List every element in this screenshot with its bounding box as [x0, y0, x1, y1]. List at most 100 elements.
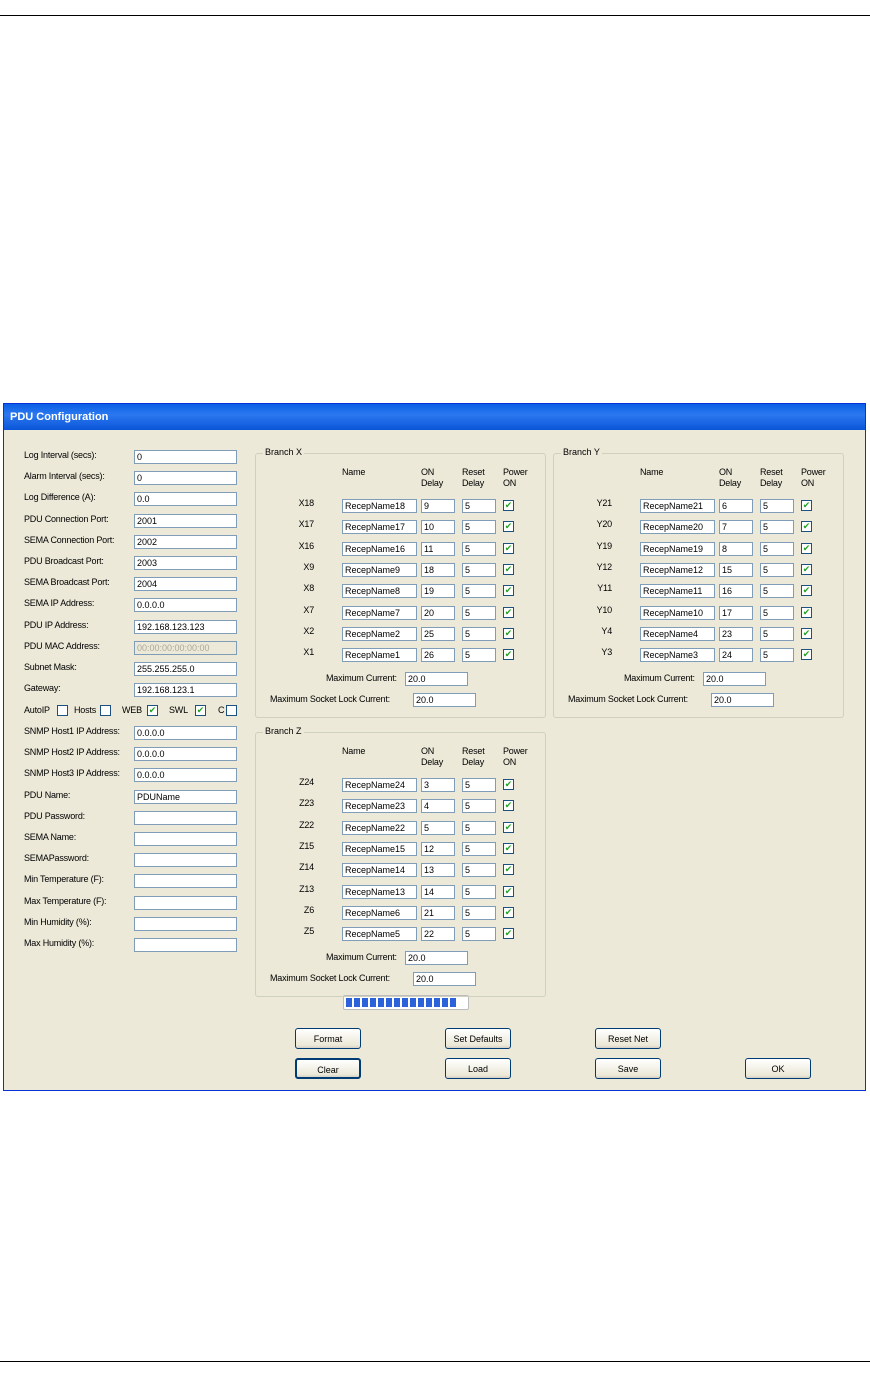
format-button[interactable]: Format [295, 1028, 361, 1049]
setting-field[interactable] [134, 938, 237, 952]
on-delay-field[interactable]: 6 [719, 499, 753, 513]
power-on-checkbox[interactable]: ✔ [503, 649, 514, 661]
receptacle-name-field[interactable]: RecepName14 [342, 863, 417, 878]
power-on-checkbox[interactable]: ✔ [503, 563, 514, 575]
power-on-checkbox[interactable]: ✔ [503, 779, 514, 790]
receptacle-name-field[interactable]: RecepName10 [640, 605, 715, 620]
on-delay-field[interactable]: 15 [719, 562, 753, 577]
power-on-checkbox[interactable]: ✔ [503, 585, 514, 597]
on-delay-field[interactable]: 20 [421, 605, 455, 620]
reset-delay-field[interactable]: 5 [462, 584, 496, 599]
receptacle-name-field[interactable]: RecepName7 [342, 605, 417, 620]
on-delay-field[interactable]: 12 [421, 841, 455, 856]
receptacle-name-field[interactable]: RecepName15 [342, 841, 417, 856]
reset-delay-field[interactable]: 5 [462, 863, 496, 878]
setting-field[interactable]: PDUName [134, 789, 237, 804]
receptacle-name-field[interactable]: RecepName11 [640, 584, 715, 599]
reset-delay-field[interactable]: 5 [462, 799, 496, 814]
power-on-checkbox[interactable]: ✔ [801, 500, 812, 511]
reset-delay-field[interactable]: 5 [462, 562, 496, 577]
max-socket-lock-field[interactable]: 20.0 [711, 693, 774, 707]
power-on-checkbox[interactable]: ✔ [503, 521, 514, 533]
power-on-checkbox[interactable]: ✔ [503, 606, 514, 618]
power-on-checkbox[interactable]: ✔ [503, 842, 514, 854]
setting-field[interactable]: 0.0.0.0 [134, 726, 237, 740]
load-button[interactable]: Load [445, 1058, 511, 1079]
save-button[interactable]: Save [595, 1058, 661, 1079]
on-delay-field[interactable]: 10 [421, 520, 455, 535]
setting-field[interactable]: 192.168.123.1 [134, 683, 237, 698]
reset-delay-field[interactable]: 5 [760, 626, 794, 641]
setting-field[interactable]: 2002 [134, 534, 237, 549]
setting-field[interactable]: 0.0.0.0 [134, 747, 237, 762]
max-socket-lock-field[interactable]: 20.0 [413, 972, 476, 986]
reset-delay-field[interactable]: 5 [462, 884, 496, 899]
reset-delay-field[interactable]: 5 [462, 905, 496, 920]
receptacle-name-field[interactable]: RecepName22 [342, 820, 417, 835]
option-checkbox[interactable] [226, 705, 237, 716]
receptacle-name-field[interactable]: RecepName20 [640, 520, 715, 535]
power-on-checkbox[interactable]: ✔ [801, 563, 812, 575]
setting-field[interactable]: 192.168.123.123 [134, 619, 237, 634]
on-delay-field[interactable]: 26 [421, 648, 455, 663]
receptacle-name-field[interactable]: RecepName16 [342, 541, 417, 556]
on-delay-field[interactable]: 13 [421, 863, 455, 878]
power-on-checkbox[interactable]: ✔ [503, 800, 514, 812]
reset-delay-field[interactable]: 5 [462, 499, 496, 513]
on-delay-field[interactable]: 5 [421, 820, 455, 835]
on-delay-field[interactable]: 22 [421, 927, 455, 942]
max-socket-lock-field[interactable]: 20.0 [413, 693, 476, 707]
receptacle-name-field[interactable]: RecepName24 [342, 778, 417, 792]
ok-button[interactable]: OK [745, 1058, 811, 1079]
setting-field[interactable]: 2001 [134, 513, 237, 528]
receptacle-name-field[interactable]: RecepName23 [342, 799, 417, 814]
setting-field[interactable] [134, 895, 237, 910]
on-delay-field[interactable]: 24 [719, 648, 753, 663]
reset-net-button[interactable]: Reset Net [595, 1028, 661, 1049]
on-delay-field[interactable]: 9 [421, 499, 455, 513]
reset-delay-field[interactable]: 5 [462, 626, 496, 641]
on-delay-field[interactable]: 21 [421, 905, 455, 920]
power-on-checkbox[interactable]: ✔ [801, 649, 812, 661]
reset-delay-field[interactable]: 5 [462, 841, 496, 856]
setting-field[interactable]: 2003 [134, 556, 237, 570]
set-defaults-button[interactable]: Set Defaults [445, 1028, 511, 1049]
receptacle-name-field[interactable]: RecepName8 [342, 584, 417, 599]
option-checkbox[interactable]: ✔ [195, 705, 206, 716]
reset-delay-field[interactable]: 5 [462, 541, 496, 556]
reset-delay-field[interactable]: 5 [462, 605, 496, 620]
power-on-checkbox[interactable]: ✔ [503, 906, 514, 918]
reset-delay-field[interactable]: 5 [760, 520, 794, 535]
power-on-checkbox[interactable]: ✔ [503, 500, 514, 511]
power-on-checkbox[interactable]: ✔ [801, 521, 812, 533]
receptacle-name-field[interactable]: RecepName6 [342, 905, 417, 920]
max-current-field[interactable]: 20.0 [405, 672, 468, 686]
receptacle-name-field[interactable]: RecepName21 [640, 499, 715, 513]
receptacle-name-field[interactable]: RecepName9 [342, 562, 417, 577]
reset-delay-field[interactable]: 5 [760, 541, 794, 556]
power-on-checkbox[interactable]: ✔ [503, 821, 514, 833]
power-on-checkbox[interactable]: ✔ [503, 542, 514, 554]
option-checkbox[interactable] [100, 705, 111, 716]
clear-button[interactable]: Clear [295, 1058, 361, 1079]
setting-field[interactable]: 0 [134, 471, 237, 486]
on-delay-field[interactable]: 3 [421, 778, 455, 792]
on-delay-field[interactable]: 11 [421, 541, 455, 556]
reset-delay-field[interactable]: 5 [462, 820, 496, 835]
on-delay-field[interactable]: 19 [421, 584, 455, 599]
reset-delay-field[interactable]: 5 [760, 562, 794, 577]
power-on-checkbox[interactable]: ✔ [503, 928, 514, 940]
receptacle-name-field[interactable]: RecepName5 [342, 927, 417, 942]
on-delay-field[interactable]: 18 [421, 562, 455, 577]
receptacle-name-field[interactable]: RecepName12 [640, 562, 715, 577]
option-checkbox[interactable]: ✔ [147, 705, 158, 716]
reset-delay-field[interactable]: 5 [760, 605, 794, 620]
power-on-checkbox[interactable]: ✔ [801, 606, 812, 618]
receptacle-name-field[interactable]: RecepName18 [342, 499, 417, 513]
setting-field[interactable]: 0 [134, 450, 237, 464]
setting-field[interactable]: 2004 [134, 577, 237, 592]
receptacle-name-field[interactable]: RecepName19 [640, 541, 715, 556]
power-on-checkbox[interactable]: ✔ [801, 542, 812, 554]
receptacle-name-field[interactable]: RecepName13 [342, 884, 417, 899]
reset-delay-field[interactable]: 5 [760, 499, 794, 513]
